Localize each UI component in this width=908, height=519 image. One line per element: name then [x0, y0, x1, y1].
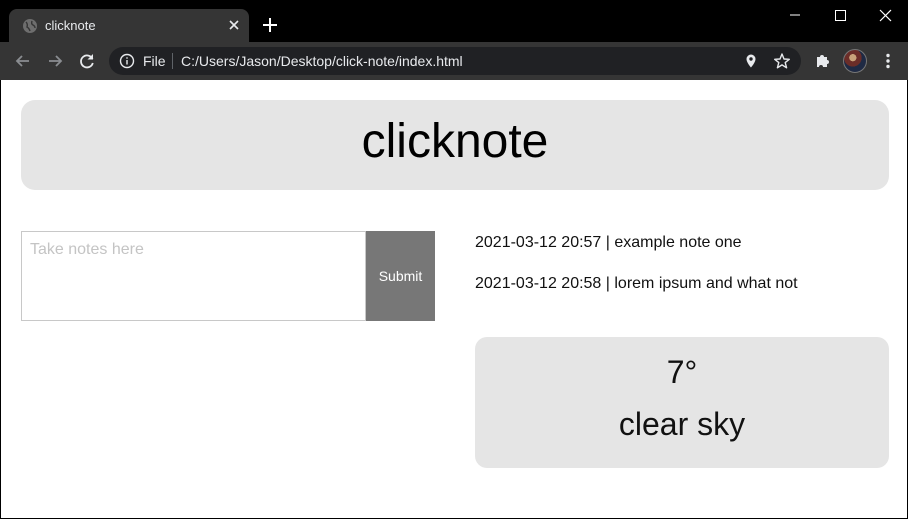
- more-vert-icon[interactable]: [878, 51, 898, 71]
- address-bar[interactable]: File C:/Users/Jason/Desktop/click-note/i…: [109, 47, 801, 75]
- star-icon[interactable]: [773, 52, 791, 70]
- tab-title: clicknote: [45, 18, 96, 33]
- forward-arrow-icon[interactable]: [45, 51, 65, 71]
- submit-button[interactable]: Submit: [366, 231, 435, 321]
- maximize-icon[interactable]: [817, 0, 863, 30]
- weather-temperature: 7°: [666, 354, 698, 390]
- reload-icon[interactable]: [77, 51, 97, 71]
- list-item: 2021-03-12 20:57 | example note one: [475, 234, 742, 251]
- tab-strip: clicknote: [0, 0, 908, 42]
- back-arrow-icon[interactable]: [13, 51, 33, 71]
- location-pin-icon[interactable]: [743, 53, 759, 69]
- info-icon[interactable]: [119, 53, 135, 69]
- weather-card: 7° clear sky: [475, 337, 889, 468]
- tab-clicknote[interactable]: clicknote: [9, 9, 249, 42]
- avatar[interactable]: [843, 49, 867, 73]
- omnibox-divider: [172, 53, 173, 69]
- page-content: clicknote Submit 2021-03-12 20:57 | exam…: [1, 80, 907, 518]
- scheme-label: File: [143, 53, 166, 69]
- app-header: clicknote: [21, 100, 889, 190]
- minimize-icon[interactable]: [772, 0, 818, 30]
- globe-icon: [23, 19, 37, 33]
- page-title: clicknote: [361, 115, 549, 168]
- url-text[interactable]: C:/Users/Jason/Desktop/click-note/index.…: [181, 53, 463, 69]
- note-input[interactable]: [21, 231, 366, 321]
- close-icon[interactable]: [225, 16, 243, 34]
- new-tab-icon[interactable]: [261, 16, 279, 34]
- puzzle-extension-icon[interactable]: [813, 51, 833, 71]
- browser-window: clicknote File C:/Users/Jason/Desktop/cl…: [0, 0, 908, 519]
- list-item: 2021-03-12 20:58 | lorem ipsum and what …: [475, 275, 798, 292]
- window-close-icon[interactable]: [862, 0, 908, 30]
- weather-description: clear sky: [618, 406, 746, 442]
- browser-toolbar: File C:/Users/Jason/Desktop/click-note/i…: [0, 42, 908, 80]
